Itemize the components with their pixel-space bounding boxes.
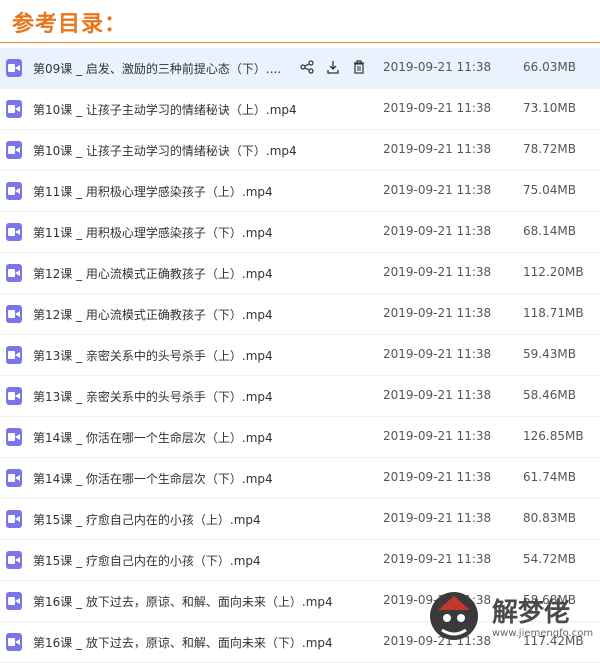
share-icon[interactable] — [300, 59, 316, 75]
video-file-icon — [6, 59, 22, 77]
file-size: 61.74MB — [523, 470, 576, 484]
file-date: 2019-09-21 11:38 — [383, 142, 492, 156]
video-file-icon — [6, 387, 22, 405]
file-row[interactable]: 第09课 _ 启发、激励的三种前提心态（下）.... 2019-09-21 11:… — [0, 48, 600, 89]
file-date: 2019-09-21 11:38 — [383, 306, 492, 320]
file-name[interactable]: 第16课 _ 放下过去，原谅、和解、面向未来（上）.mp4 — [33, 593, 333, 610]
file-name[interactable]: 第10课 _ 让孩子主动学习的情绪秘诀（下）.mp4 — [33, 142, 297, 159]
file-size: 66.03MB — [523, 60, 576, 74]
file-size: 59.43MB — [523, 347, 576, 361]
file-row[interactable]: 第10课 _ 让孩子主动学习的情绪秘诀（上）.mp4 2019-09-21 11:… — [0, 89, 600, 130]
video-file-icon — [6, 223, 22, 241]
file-size: 126.85MB — [523, 429, 584, 443]
file-size: 75.04MB — [523, 183, 576, 197]
file-row[interactable]: 第12课 _ 用心流模式正确教孩子（上）.mp4 2019-09-21 11:38… — [0, 253, 600, 294]
file-row[interactable]: 第11课 _ 用积极心理学感染孩子（下）.mp4 2019-09-21 11:38… — [0, 212, 600, 253]
file-date: 2019-09-21 11:38 — [383, 388, 492, 402]
file-list: 第09课 _ 启发、激励的三种前提心态（下）.... 2019-09-21 11:… — [0, 48, 600, 663]
file-name[interactable]: 第15课 _ 疗愈自己内在的小孩（上）.mp4 — [33, 511, 261, 528]
video-file-icon — [6, 551, 22, 569]
file-row[interactable]: 第12课 _ 用心流模式正确教孩子（下）.mp4 2019-09-21 11:38… — [0, 294, 600, 335]
file-name[interactable]: 第11课 _ 用积极心理学感染孩子（下）.mp4 — [33, 224, 273, 241]
file-name[interactable]: 第14课 _ 你活在哪一个生命层次（下）.mp4 — [33, 470, 273, 487]
file-size: 54.72MB — [523, 552, 576, 566]
page-header: 参考目录： — [0, 0, 600, 43]
file-size: 58.46MB — [523, 388, 576, 402]
video-file-icon — [6, 346, 22, 364]
file-size: 80.83MB — [523, 511, 576, 525]
file-row[interactable]: 第14课 _ 你活在哪一个生命层次（下）.mp4 2019-09-21 11:38… — [0, 458, 600, 499]
file-row[interactable]: 第13课 _ 亲密关系中的头号杀手（上）.mp4 2019-09-21 11:38… — [0, 335, 600, 376]
file-date: 2019-09-21 11:38 — [383, 347, 492, 361]
file-date: 2019-09-21 11:38 — [383, 60, 492, 74]
watermark-logo-icon — [430, 592, 478, 640]
download-icon[interactable] — [326, 59, 342, 75]
file-row[interactable]: 第10课 _ 让孩子主动学习的情绪秘诀（下）.mp4 2019-09-21 11:… — [0, 130, 600, 171]
file-name[interactable]: 第14课 _ 你活在哪一个生命层次（上）.mp4 — [33, 429, 273, 446]
file-name[interactable]: 第12课 _ 用心流模式正确教孩子（上）.mp4 — [33, 265, 273, 282]
video-file-icon — [6, 141, 22, 159]
file-row[interactable]: 第15课 _ 疗愈自己内在的小孩（下）.mp4 2019-09-21 11:38 5… — [0, 540, 600, 581]
watermark-text: 解梦佬 — [492, 598, 571, 628]
video-file-icon — [6, 428, 22, 446]
file-date: 2019-09-21 11:38 — [383, 429, 492, 443]
video-file-icon — [6, 305, 22, 323]
file-row[interactable]: 第13课 _ 亲密关系中的头号杀手（下）.mp4 2019-09-21 11:38… — [0, 376, 600, 417]
video-file-icon — [6, 510, 22, 528]
file-size: 68.14MB — [523, 224, 576, 238]
file-size: 73.10MB — [523, 101, 576, 115]
file-size: 112.20MB — [523, 265, 584, 279]
file-date: 2019-09-21 11:38 — [383, 552, 492, 566]
file-size: 118.71MB — [523, 306, 584, 320]
video-file-icon — [6, 182, 22, 200]
file-name[interactable]: 第11课 _ 用积极心理学感染孩子（上）.mp4 — [33, 183, 273, 200]
file-date: 2019-09-21 11:38 — [383, 511, 492, 525]
video-file-icon — [6, 469, 22, 487]
watermark-url: www.jiemengfo.com — [492, 628, 594, 639]
file-name[interactable]: 第13课 _ 亲密关系中的头号杀手（上）.mp4 — [33, 347, 273, 364]
file-date: 2019-09-21 11:38 — [383, 470, 492, 484]
file-row[interactable]: 第15课 _ 疗愈自己内在的小孩（上）.mp4 2019-09-21 11:38 8… — [0, 499, 600, 540]
file-row[interactable]: 第14课 _ 你活在哪一个生命层次（上）.mp4 2019-09-21 11:38… — [0, 417, 600, 458]
video-file-icon — [6, 633, 22, 651]
file-size: 78.72MB — [523, 142, 576, 156]
file-name[interactable]: 第13课 _ 亲密关系中的头号杀手（下）.mp4 — [33, 388, 273, 405]
page-title: 参考目录： — [12, 11, 128, 37]
file-row[interactable]: 第11课 _ 用积极心理学感染孩子（上）.mp4 2019-09-21 11:38… — [0, 171, 600, 212]
delete-icon[interactable] — [352, 59, 368, 75]
file-name[interactable]: 第09课 _ 启发、激励的三种前提心态（下）.... — [33, 60, 281, 77]
file-name[interactable]: 第15课 _ 疗愈自己内在的小孩（下）.mp4 — [33, 552, 261, 569]
video-file-icon — [6, 592, 22, 610]
video-file-icon — [6, 264, 22, 282]
file-date: 2019-09-21 11:38 — [383, 183, 492, 197]
file-date: 2019-09-21 11:38 — [383, 224, 492, 238]
video-file-icon — [6, 100, 22, 118]
file-date: 2019-09-21 11:38 — [383, 265, 492, 279]
file-name[interactable]: 第12课 _ 用心流模式正确教孩子（下）.mp4 — [33, 306, 273, 323]
file-date: 2019-09-21 11:38 — [383, 101, 492, 115]
file-name[interactable]: 第10课 _ 让孩子主动学习的情绪秘诀（上）.mp4 — [33, 101, 297, 118]
file-name[interactable]: 第16课 _ 放下过去，原谅、和解、面向未来（下）.mp4 — [33, 634, 333, 651]
watermark: 解梦佬 www.jiemengfo.com — [420, 584, 600, 644]
